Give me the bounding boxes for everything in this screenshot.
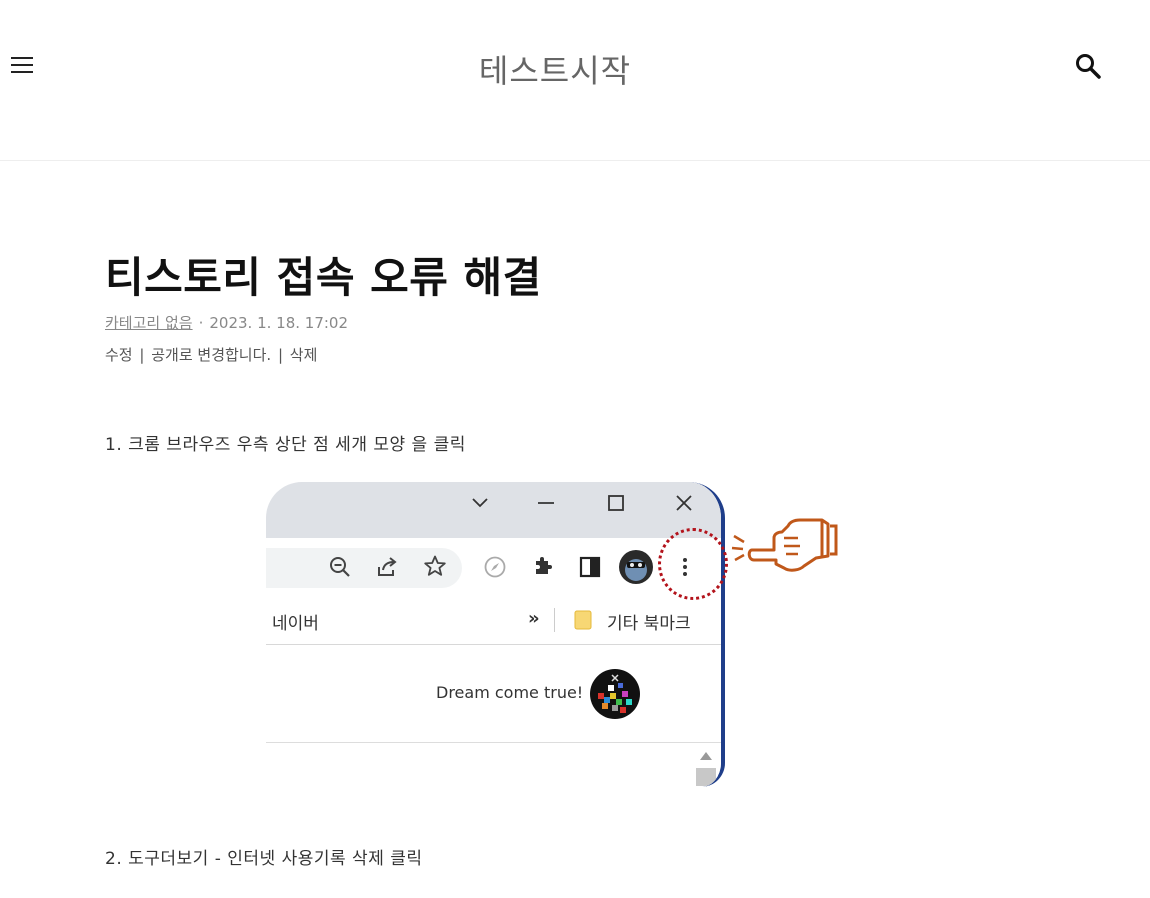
post-meta: 카테고리 없음 · 2023. 1. 18. 17:02 bbox=[105, 312, 348, 333]
minimize-icon bbox=[538, 502, 554, 504]
share-icon bbox=[378, 557, 397, 576]
search-icon[interactable] bbox=[1073, 51, 1103, 81]
extensions-puzzle-icon bbox=[536, 557, 552, 574]
dream-text: Dream come true! bbox=[436, 683, 584, 702]
bookmarks-bar: 네이버 » 기타 북마크 bbox=[266, 596, 721, 645]
admin-links: 수정 | 공개로 변경합니다. | 삭제 bbox=[105, 344, 317, 365]
chrome-window: 네이버 » 기타 북마크 Dream come true! bbox=[266, 482, 725, 787]
bookmark-divider bbox=[554, 608, 555, 632]
page-content-area: Dream come true! bbox=[266, 645, 721, 787]
meta-separator: · bbox=[198, 314, 204, 332]
mosaic-avatar-icon bbox=[590, 669, 640, 719]
compass-extension-icon bbox=[484, 556, 506, 578]
post-title: 티스토리 접속 오류 해결 bbox=[105, 253, 542, 302]
admin-separator: | bbox=[277, 346, 284, 364]
highlight-circle bbox=[658, 528, 728, 600]
content-divider bbox=[266, 742, 721, 743]
step-1-text: 1. 크롬 브라우즈 우측 상단 점 세개 모양 을 클릭 bbox=[105, 435, 466, 455]
blog-page: 테스트시작 티스토리 접속 오류 해결 카테고리 없음 · 2023. 1. 18.… bbox=[0, 0, 1150, 898]
chrome-toolbar bbox=[266, 538, 721, 596]
step-2-text: 2. 도구더보기 - 인터넷 사용기록 삭제 클릭 bbox=[105, 849, 423, 869]
bookmark-overflow-icon: » bbox=[528, 608, 540, 629]
folder-icon bbox=[574, 610, 592, 630]
zoom-out-icon bbox=[330, 557, 350, 577]
post-date: 2023. 1. 18. 17:02 bbox=[209, 314, 348, 332]
chevron-down-icon bbox=[472, 498, 488, 508]
scrollbar-thumb bbox=[696, 768, 716, 786]
chrome-titlebar bbox=[266, 482, 721, 538]
profile-avatar-icon bbox=[619, 550, 653, 584]
chrome-screenshot-image: 네이버 » 기타 북마크 Dream come true! bbox=[266, 482, 838, 787]
publish-link[interactable]: 공개로 변경합니다. bbox=[151, 346, 271, 364]
side-panel-icon bbox=[579, 556, 601, 578]
pointing-hand-icon bbox=[731, 518, 838, 572]
maximize-icon bbox=[608, 495, 624, 511]
scroll-up-arrow-icon bbox=[700, 752, 712, 760]
category-link[interactable]: 카테고리 없음 bbox=[105, 314, 193, 332]
edit-link[interactable]: 수정 bbox=[105, 346, 133, 364]
site-title[interactable]: 테스트시작 bbox=[0, 46, 1110, 92]
delete-link[interactable]: 삭제 bbox=[290, 346, 318, 364]
close-icon bbox=[676, 495, 692, 511]
site-header: 테스트시작 bbox=[0, 0, 1150, 161]
star-icon bbox=[424, 555, 446, 576]
bookmark-naver: 네이버 bbox=[272, 614, 319, 634]
bookmark-other: 기타 북마크 bbox=[607, 614, 691, 634]
admin-separator: | bbox=[139, 346, 145, 364]
